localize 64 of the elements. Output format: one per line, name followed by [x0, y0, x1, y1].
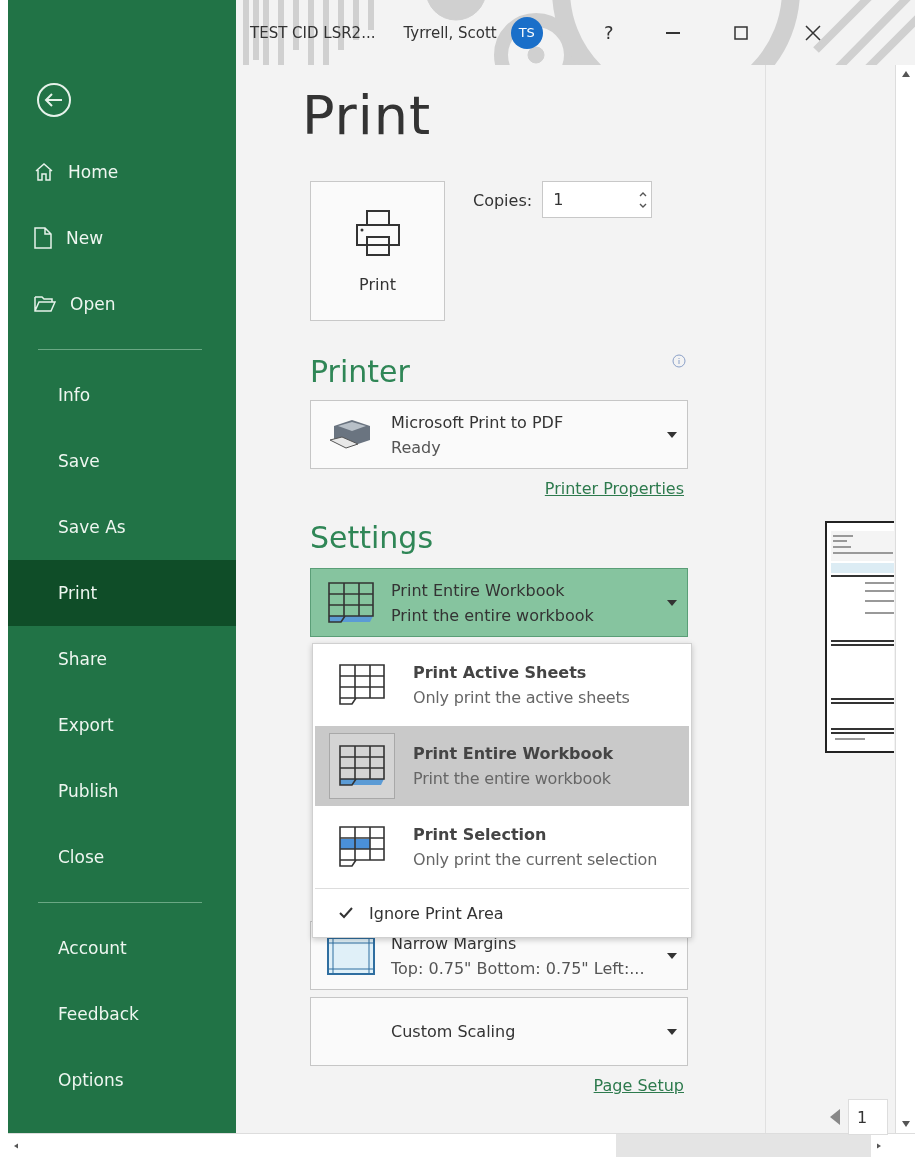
- printer-name: Microsoft Print to PDF: [391, 412, 565, 432]
- settings-heading: Settings: [310, 520, 434, 556]
- home-icon: [34, 162, 54, 182]
- sidebar-item[interactable]: Open: [8, 271, 236, 337]
- folder-icon: [34, 295, 56, 313]
- sheet-icon: [339, 826, 385, 868]
- sidebar-item[interactable]: Export: [8, 692, 236, 758]
- back-icon[interactable]: [36, 82, 72, 118]
- previous-page-icon[interactable]: [830, 1109, 840, 1125]
- option-title: Print Entire Workbook: [413, 744, 614, 763]
- sidebar-item[interactable]: Feedback: [8, 981, 236, 1047]
- sidebar-item[interactable]: Options: [8, 1047, 236, 1113]
- sidebar-item[interactable]: Save As: [8, 494, 236, 560]
- option-description: Print the entire workbook: [413, 769, 612, 788]
- help-button[interactable]: ?: [598, 22, 619, 43]
- sheet-icon: [339, 664, 385, 706]
- printer-status: Ready: [391, 437, 442, 457]
- maximize-icon: [733, 25, 748, 40]
- sidebar-item[interactable]: New: [8, 205, 236, 271]
- caret-icon: [667, 431, 677, 438]
- print-button[interactable]: Print: [310, 181, 445, 321]
- sidebar-item[interactable]: Publish: [8, 758, 236, 824]
- sidebar-item[interactable]: Print: [8, 560, 236, 626]
- page-setup-link[interactable]: Page Setup: [593, 1076, 684, 1095]
- option-title: Print Selection: [413, 825, 548, 844]
- caret-icon: [667, 1028, 677, 1035]
- menu-option[interactable]: Print Entire Workbook Print the entire workbook: [315, 726, 689, 806]
- option-title: Print Active Sheets: [413, 663, 588, 682]
- scope-title: Print Entire Workbook: [391, 580, 566, 600]
- sidebar-item[interactable]: Save: [8, 428, 236, 494]
- printer-dropdown[interactable]: Microsoft Print to PDF Ready: [310, 400, 688, 469]
- scaling-dropdown[interactable]: Custom Scaling: [310, 997, 688, 1066]
- document-title: TEST CID LSR2...: [250, 23, 376, 42]
- option-description: Only print the active sheets: [413, 688, 630, 707]
- scroll-down-icon[interactable]: [901, 1121, 910, 1127]
- sidebar-item[interactable]: Share: [8, 626, 236, 692]
- printer-properties-link[interactable]: Printer Properties: [544, 479, 684, 498]
- minimize-icon: [665, 31, 680, 34]
- close-icon: [804, 24, 821, 41]
- vertical-scrollbar[interactable]: [895, 65, 915, 1133]
- printer-icon: [354, 208, 401, 257]
- scroll-up-icon[interactable]: [901, 71, 910, 77]
- sheet-icon: [328, 581, 374, 624]
- scaling-title: Custom Scaling: [391, 1022, 517, 1041]
- print-scope-dropdown[interactable]: Print Entire Workbook Print the entire workbook: [310, 568, 688, 637]
- sidebar-item[interactable]: Close: [8, 824, 236, 890]
- page-number-field[interactable]: 1: [848, 1099, 888, 1135]
- scope-subtitle: Print the entire workbook: [391, 605, 595, 625]
- sheet-icon: [339, 745, 385, 787]
- page-title: Print: [302, 83, 432, 149]
- margins-icon: [327, 936, 375, 975]
- option-description: Only print the current selection: [413, 850, 658, 869]
- caret-icon: [667, 599, 677, 606]
- margins-description: Top: 0.75" Bottom: 0.75" Left:...: [391, 958, 646, 978]
- user-name: Tyrrell, Scott: [403, 23, 497, 42]
- sidebar-item[interactable]: Home: [8, 139, 236, 205]
- printer-heading: Printer: [310, 354, 410, 390]
- horizontal-scrollbar[interactable]: [8, 1133, 915, 1157]
- sidebar-item[interactable]: Account: [8, 915, 236, 981]
- document-icon: [34, 227, 52, 249]
- sidebar-item[interactable]: Info: [8, 362, 236, 428]
- copies-field[interactable]: 1: [542, 181, 653, 218]
- copies-label: Copies:: [473, 191, 533, 210]
- caret-icon: [667, 952, 677, 959]
